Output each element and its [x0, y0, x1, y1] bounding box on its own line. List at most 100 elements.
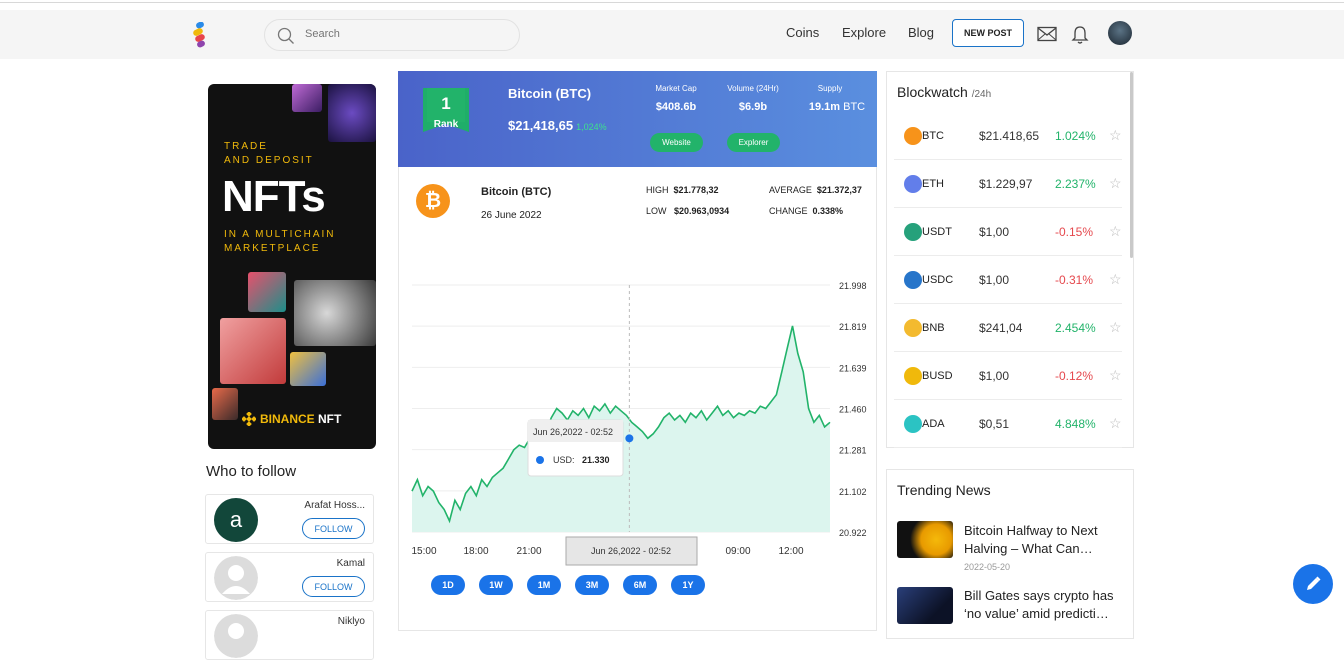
coin-price: $1,00	[979, 273, 1010, 287]
coin-title: Bitcoin (BTC)	[481, 186, 552, 198]
rank-badge: 1 Rank	[423, 88, 469, 136]
coin-usdc-icon	[904, 271, 922, 289]
x-tick-label: 12:00	[778, 546, 803, 557]
y-tick-label: 21.819	[839, 322, 867, 332]
star-icon[interactable]: ☆	[1109, 319, 1122, 336]
follow-name[interactable]: Niklyo	[338, 616, 365, 627]
follow-name[interactable]: Arafat Hoss...	[304, 500, 365, 511]
star-icon[interactable]: ☆	[1109, 415, 1122, 432]
blockwatch-row[interactable]: BNB $241,04 2.454% ☆	[894, 304, 1122, 352]
trending-news-title: Trending News	[897, 482, 991, 498]
range-button-1w[interactable]: 1W	[479, 575, 513, 595]
new-post-button[interactable]: NEW POST	[952, 19, 1024, 47]
avatar-placeholder-icon[interactable]	[214, 556, 258, 600]
blockwatch-title: Blockwatch /24h	[897, 84, 992, 100]
coin-change: 2.237%	[1055, 177, 1096, 191]
coin-symbol: BUSD	[922, 370, 953, 382]
x-tick-label: 21:00	[516, 546, 541, 557]
ad-art-tile	[212, 388, 238, 420]
news-headline[interactable]: Bill Gates says crypto has ‘no value’ ami…	[964, 587, 1124, 623]
follow-name[interactable]: Kamal	[337, 558, 365, 569]
coin-usdt-icon	[904, 223, 922, 241]
volume-value: $6.9b	[738, 101, 768, 113]
coin-symbol: BNB	[922, 322, 945, 334]
hover-marker	[625, 434, 634, 443]
change-stat: CHANGE 0.338%	[769, 206, 844, 216]
nft-advertisement[interactable]: TRADE AND DEPOSIT NFTs IN A MULTICHAIN MAR…	[208, 84, 376, 449]
coin-symbol: ADA	[922, 418, 945, 430]
blockwatch-scrollbar[interactable]	[1130, 72, 1133, 258]
coin-symbol: ETH	[922, 178, 944, 190]
coin-bnb-icon	[904, 319, 922, 337]
search-input[interactable]	[305, 28, 505, 40]
coin-symbol: USDC	[922, 274, 954, 286]
price-chart[interactable]: 21.998 21.819 21.639 21.460 21.281 21.102 20.9…	[398, 270, 877, 570]
high-stat: HIGH $21.778,32	[646, 185, 719, 195]
range-button-1y[interactable]: 1Y	[671, 575, 705, 595]
app-logo[interactable]	[192, 22, 208, 48]
ad-text-line1: TRADE AND DEPOSIT	[224, 141, 314, 166]
bell-icon[interactable]	[1071, 25, 1089, 45]
news-headline[interactable]: Bitcoin Halfway to Next Halving – What Ca…	[964, 522, 1124, 558]
star-icon[interactable]: ☆	[1109, 271, 1122, 288]
tooltip-value: 21.330	[582, 455, 610, 465]
rank-label: Rank	[433, 119, 459, 130]
blockwatch-row[interactable]: BTC $21.418,65 1.024% ☆	[894, 112, 1122, 160]
coin-change: 2.454%	[1055, 321, 1096, 335]
range-button-6m[interactable]: 6M	[623, 575, 657, 595]
follow-button[interactable]: FOLLOW	[302, 518, 365, 539]
star-icon[interactable]: ☆	[1109, 223, 1122, 240]
follow-card: Niklyo	[205, 610, 374, 660]
pencil-icon	[1307, 576, 1321, 590]
ad-art-tile	[290, 352, 326, 386]
explorer-button[interactable]: Explorer	[727, 133, 780, 152]
blockwatch-row[interactable]: ADA $0,51 4.848% ☆	[894, 400, 1122, 448]
nav-blog[interactable]: Blog	[908, 25, 934, 40]
star-icon[interactable]: ☆	[1109, 127, 1122, 144]
star-icon[interactable]: ☆	[1109, 175, 1122, 192]
search-icon	[277, 27, 294, 44]
user-avatar[interactable]	[1108, 21, 1132, 45]
coin-ada-icon	[904, 415, 922, 433]
coin-price: $21,418,65 1,024%	[508, 118, 607, 133]
avatar-placeholder-icon[interactable]	[214, 614, 258, 658]
follow-card: a Arafat Hoss... FOLLOW	[205, 494, 374, 544]
tooltip-date: Jun 26,2022 - 02:52	[533, 427, 613, 437]
blockwatch-row[interactable]: USDT $1,00 -0.15% ☆	[894, 208, 1122, 256]
follow-card: Kamal FOLLOW	[205, 552, 374, 602]
search-box[interactable]	[264, 19, 520, 51]
blockwatch-row[interactable]: ETH $1.229,97 2.237% ☆	[894, 160, 1122, 208]
coin-busd-icon	[904, 367, 922, 385]
coin-price: $241,04	[979, 321, 1023, 335]
ad-brand: BINANCE NFT	[260, 412, 342, 426]
who-to-follow-title: Who to follow	[206, 463, 297, 480]
coin-price: $0,51	[979, 417, 1010, 431]
range-button-1m[interactable]: 1M	[527, 575, 561, 595]
website-button[interactable]: Website	[650, 133, 703, 152]
ad-art-tile	[328, 84, 376, 142]
ad-art-tile	[294, 280, 376, 346]
coin-change: -0.15%	[1055, 225, 1094, 239]
nav-explore[interactable]: Explore	[842, 25, 886, 40]
coin-price: $1.229,97	[979, 177, 1033, 191]
coin-symbol: USDT	[922, 226, 952, 238]
supply-label: Supply	[817, 84, 843, 93]
coin-price: $1,00	[979, 225, 1010, 239]
avatar[interactable]: a	[214, 498, 258, 542]
mail-icon[interactable]	[1037, 26, 1057, 42]
range-button-3m[interactable]: 3M	[575, 575, 609, 595]
y-tick-label: 21.998	[839, 281, 867, 291]
ad-text-line3: IN A MULTICHAIN MARKETPLACE	[224, 229, 336, 254]
edit-fab-button[interactable]	[1293, 564, 1333, 604]
tooltip-label: USD:	[553, 455, 575, 465]
star-icon[interactable]: ☆	[1109, 367, 1122, 384]
range-button-1d[interactable]: 1D	[431, 575, 465, 595]
follow-button[interactable]: FOLLOW	[302, 576, 365, 597]
nav-coins[interactable]: Coins	[786, 25, 819, 40]
blockwatch-row[interactable]: USDC $1,00 -0.31% ☆	[894, 256, 1122, 304]
y-tick-label: 21.102	[839, 487, 867, 497]
news-thumbnail[interactable]	[897, 521, 953, 558]
x-tick-label: 09:00	[725, 546, 750, 557]
news-thumbnail[interactable]	[897, 587, 953, 624]
blockwatch-row[interactable]: BUSD $1,00 -0.12% ☆	[894, 352, 1122, 400]
